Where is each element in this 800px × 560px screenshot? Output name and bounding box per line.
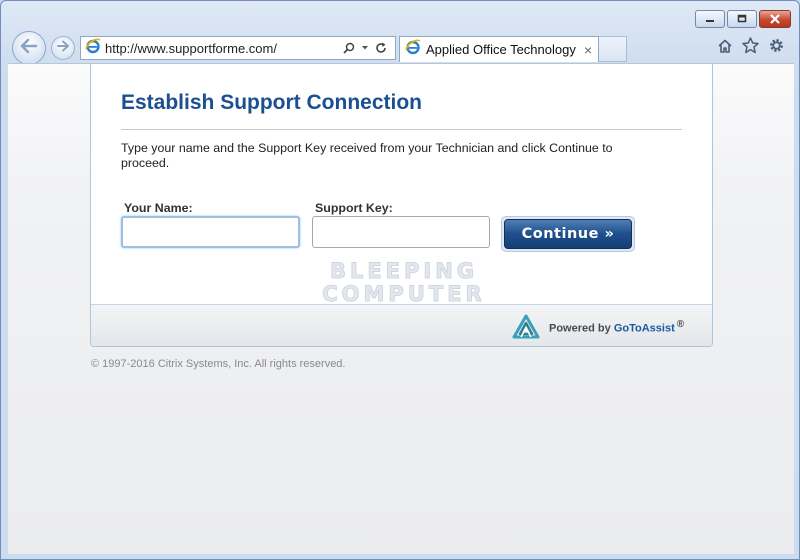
browser-window: Applied Office Technology... × Establish…: [0, 0, 800, 560]
title-divider: [121, 129, 682, 130]
minimize-button[interactable]: [695, 10, 725, 28]
support-connection-panel: Establish Support Connection Type your n…: [90, 64, 713, 347]
support-key-label: Support Key:: [315, 201, 393, 215]
name-input[interactable]: [121, 216, 300, 248]
back-arrow-icon: [19, 38, 39, 59]
forward-arrow-icon: [56, 39, 70, 57]
tab-title: Applied Office Technology...: [426, 42, 576, 57]
watermark: BLEEPING COMPUTER: [309, 259, 499, 306]
maximize-button[interactable]: [727, 10, 757, 28]
tab-close-button[interactable]: ×: [584, 43, 592, 57]
watermark-line-2: COMPUTER: [322, 282, 486, 306]
tab-active[interactable]: Applied Office Technology... ×: [399, 36, 599, 62]
gotoassist-brand-link[interactable]: GoToAssist: [614, 323, 675, 335]
continue-button-label: Continue »: [504, 219, 632, 249]
address-bar[interactable]: [80, 36, 396, 60]
panel-footer: Powered by GoToAssist ®: [91, 304, 712, 346]
copyright-text: © 1997-2016 Citrix Systems, Inc. All rig…: [91, 358, 346, 370]
star-icon[interactable]: [742, 37, 759, 54]
new-tab-button[interactable]: [599, 36, 627, 62]
close-window-button[interactable]: [759, 10, 791, 28]
home-icon[interactable]: [717, 38, 733, 54]
search-icon[interactable]: [341, 38, 357, 58]
refresh-icon[interactable]: [373, 38, 389, 58]
search-dropdown-icon[interactable]: [357, 38, 373, 58]
url-input[interactable]: [105, 38, 341, 58]
forward-button[interactable]: [51, 36, 75, 60]
page-title: Establish Support Connection: [121, 91, 423, 114]
ie-logo-icon: [85, 38, 101, 59]
gotoassist-logo-icon: [512, 314, 540, 345]
powered-by-label: Powered by: [549, 322, 611, 335]
toolbar-icons: [717, 37, 785, 54]
registered-mark: ®: [676, 319, 685, 330]
watermark-line-1: BLEEPING: [329, 259, 479, 283]
instructions-text: Type your name and the Support Key recei…: [121, 141, 613, 170]
gear-icon[interactable]: [768, 37, 785, 54]
continue-button[interactable]: Continue »: [501, 216, 635, 252]
page-viewport: Establish Support Connection Type your n…: [8, 63, 794, 554]
back-button[interactable]: [12, 31, 46, 65]
powered-by-text: Powered by GoToAssist ®: [549, 319, 684, 335]
name-label: Your Name:: [124, 201, 193, 215]
support-key-input[interactable]: [312, 216, 490, 248]
window-controls: [695, 10, 791, 28]
ie-logo-icon: [405, 39, 421, 60]
